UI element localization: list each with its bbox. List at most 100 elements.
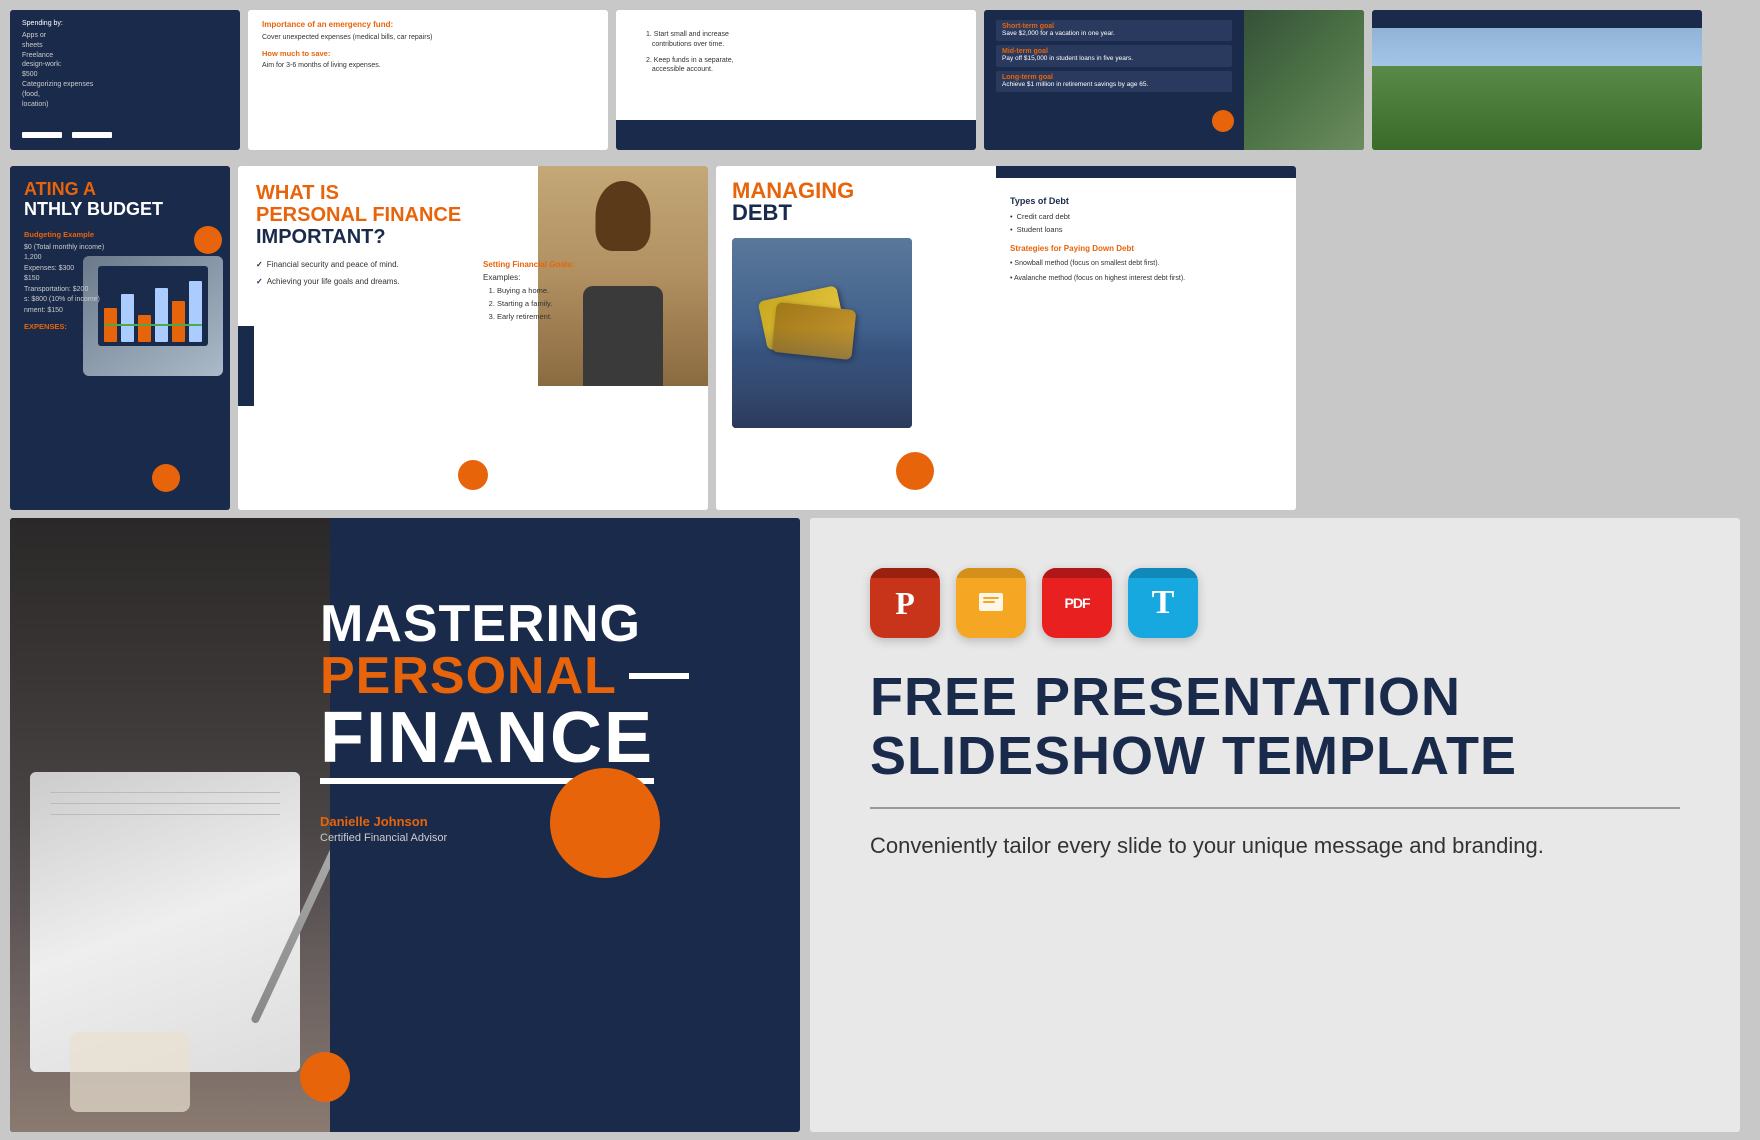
line-3 (50, 814, 280, 815)
short-term-goal: Short-term goal Save $2,000 for a vacati… (996, 20, 1232, 41)
expenses-label: EXPENSES: (24, 322, 216, 331)
strategy-1: • Snowball method (focus on smallest deb… (1010, 259, 1282, 269)
debt-type-1-text: Credit card debt (1017, 212, 1070, 221)
author-name: Danielle Johnson (320, 814, 770, 829)
debt-type-1: • Credit card debt (1010, 212, 1282, 221)
goals-content: Short-term goal Save $2,000 for a vacati… (984, 10, 1244, 106)
budget-rent: 1,200 (24, 253, 216, 264)
pf-title-line1: WHAT IS (256, 182, 690, 204)
spending-title: Spending by: (22, 20, 228, 27)
budget-savings: s: $800 (10% of income) (24, 295, 216, 306)
foliage (1372, 66, 1702, 150)
pdf-header (1042, 568, 1112, 578)
divider-line (870, 807, 1680, 809)
promo-content: P PDF (810, 518, 1740, 912)
types-debt-title: Types of Debt (1010, 196, 1282, 206)
ppt-header (870, 568, 940, 578)
powerpoint-icon[interactable]: P (870, 568, 940, 638)
landscape-visual (1372, 10, 1702, 150)
ppt-letter: P (895, 585, 915, 622)
orange-circle-mid2 (458, 460, 488, 490)
pdf-label: PDF (1065, 595, 1090, 611)
check-text-2: Achieving your life goals and dreams. (267, 277, 400, 286)
pf-two-columns: ✓ Financial security and peace of mind. … (256, 260, 690, 324)
notebook-visual (30, 772, 300, 1072)
pf-left-col: ✓ Financial security and peace of mind. … (256, 260, 463, 324)
goals-examples-label: Examples: (483, 273, 690, 282)
managing-debt-right: Types of Debt • Credit card debt • Stude… (996, 166, 1296, 510)
top-slide-5[interactable] (1372, 10, 1702, 150)
mid-term-goal: Mid-term goal Pay off $15,000 in student… (996, 45, 1232, 66)
debt-type-2: • Student loans (1010, 225, 1282, 234)
notebook-lines (50, 792, 280, 825)
spending-item-1: Apps orsheets (22, 31, 228, 51)
mid-slide-3[interactable]: MANAGING DEBT (716, 166, 1296, 510)
keynote-header (1128, 568, 1198, 578)
long-term-goal: Long-term goal Achieve $1 million in ret… (996, 71, 1232, 92)
navy-block (616, 120, 976, 150)
managing-title-white: DEBT (732, 202, 980, 224)
strategy-2: • Avalanche method (focus on highest int… (1010, 274, 1282, 284)
budget-example-label: Budgeting Example (24, 230, 216, 239)
spending-item-3: Categorizing expenses(food,location) (22, 80, 228, 109)
author-title: Certified Financial Advisor (320, 832, 770, 844)
orange-circle-debt (896, 452, 934, 490)
line-1 (50, 792, 280, 793)
bottom-bars (22, 132, 112, 138)
top-row: Spending by: Apps orsheets Freelancedesi… (0, 0, 1760, 160)
top-slide-4[interactable]: Short-term goal Save $2,000 for a vacati… (984, 10, 1364, 150)
types-section: Types of Debt • Credit card debt • Stude… (1010, 196, 1282, 234)
palm-visual (1244, 10, 1364, 150)
bullet-1: • (1010, 212, 1013, 221)
emergency-heading: Importance of an emergency fund: (262, 20, 594, 29)
long-term-desc: Achieve $1 million in retirement savings… (1002, 81, 1226, 89)
tip-1: 1. Start small and increase contribution… (646, 30, 946, 50)
budget-util: $150 (24, 274, 216, 285)
checkmark-2: ✓ (256, 277, 263, 286)
palm-photo (1244, 10, 1364, 150)
google-slides-icon[interactable] (956, 568, 1026, 638)
debt-type-2-text: Student loans (1017, 225, 1063, 234)
how-much-body: Aim for 3-6 months of living expenses. (262, 61, 594, 71)
orange-circle-bottom-mid1 (152, 464, 180, 492)
strategies-title: Strategies for Paying Down Debt (1010, 244, 1282, 253)
goal-1: Buying a home. (497, 286, 690, 296)
managing-debt-left: MANAGING DEBT (716, 166, 996, 510)
line-2 (50, 803, 280, 804)
main-title-slide[interactable]: MASTERING PERSONAL FINANCE Danielle John… (10, 518, 800, 1132)
page-wrapper: Spending by: Apps orsheets Freelancedesi… (0, 0, 1760, 1140)
main-photo (10, 518, 330, 1132)
bottom-row: MASTERING PERSONAL FINANCE Danielle John… (0, 510, 1760, 1140)
mid-slide-1[interactable]: ATING A NTHLY BUDGET Budgeting Example $… (10, 166, 230, 510)
debt-photo (732, 238, 912, 428)
check-item-1: ✓ Financial security and peace of mind. (256, 260, 463, 269)
pdf-icon[interactable]: PDF (1042, 568, 1112, 638)
free-template-title: FREE PRESENTATION SLIDESHOW TEMPLATE (870, 668, 1680, 787)
middle-row: ATING A NTHLY BUDGET Budgeting Example $… (0, 158, 1760, 518)
budget-income: $0 (Total monthly income) (24, 243, 216, 254)
top-slide-3[interactable]: 1. Start small and increase contribution… (616, 10, 976, 150)
slides-svg (971, 583, 1011, 623)
app-icons-row: P PDF (870, 568, 1680, 638)
debt-photo-container (732, 238, 932, 438)
desk-photo-bg (10, 518, 330, 1132)
check-text-1: Financial security and peace of mind. (267, 260, 399, 269)
keynote-icon[interactable]: T (1128, 568, 1198, 638)
hand-visual (732, 238, 912, 428)
short-term-desc: Save $2,000 for a vacation in one year. (1002, 30, 1226, 38)
calculator (70, 1032, 190, 1112)
mid-slide-2[interactable]: WHAT IS PERSONAL FINANCE IMPORTANT? ✓ Fi… (238, 166, 708, 510)
orange-circle-decor (1212, 110, 1234, 132)
strategy-2-text: Avalanche method (focus on highest inter… (1014, 275, 1185, 282)
checkmark-1: ✓ (256, 260, 263, 269)
mastering-text: MASTERING (320, 598, 770, 650)
spending-item-2: Freelancedesign-work:$500 (22, 51, 228, 80)
big-orange-circle-main (550, 768, 660, 878)
pf-title-line3: IMPORTANT? (256, 226, 690, 248)
hand-shadow (732, 328, 912, 428)
top-slide-2[interactable]: Importance of an emergency fund: Cover u… (248, 10, 608, 150)
top-slide-1[interactable]: Spending by: Apps orsheets Freelancedesi… (10, 10, 240, 150)
mid-term-desc: Pay off $15,000 in student loans in five… (1002, 55, 1226, 63)
managing-title-orange: MANAGING (732, 180, 980, 202)
budget-food: Expenses: $300 (24, 264, 216, 275)
